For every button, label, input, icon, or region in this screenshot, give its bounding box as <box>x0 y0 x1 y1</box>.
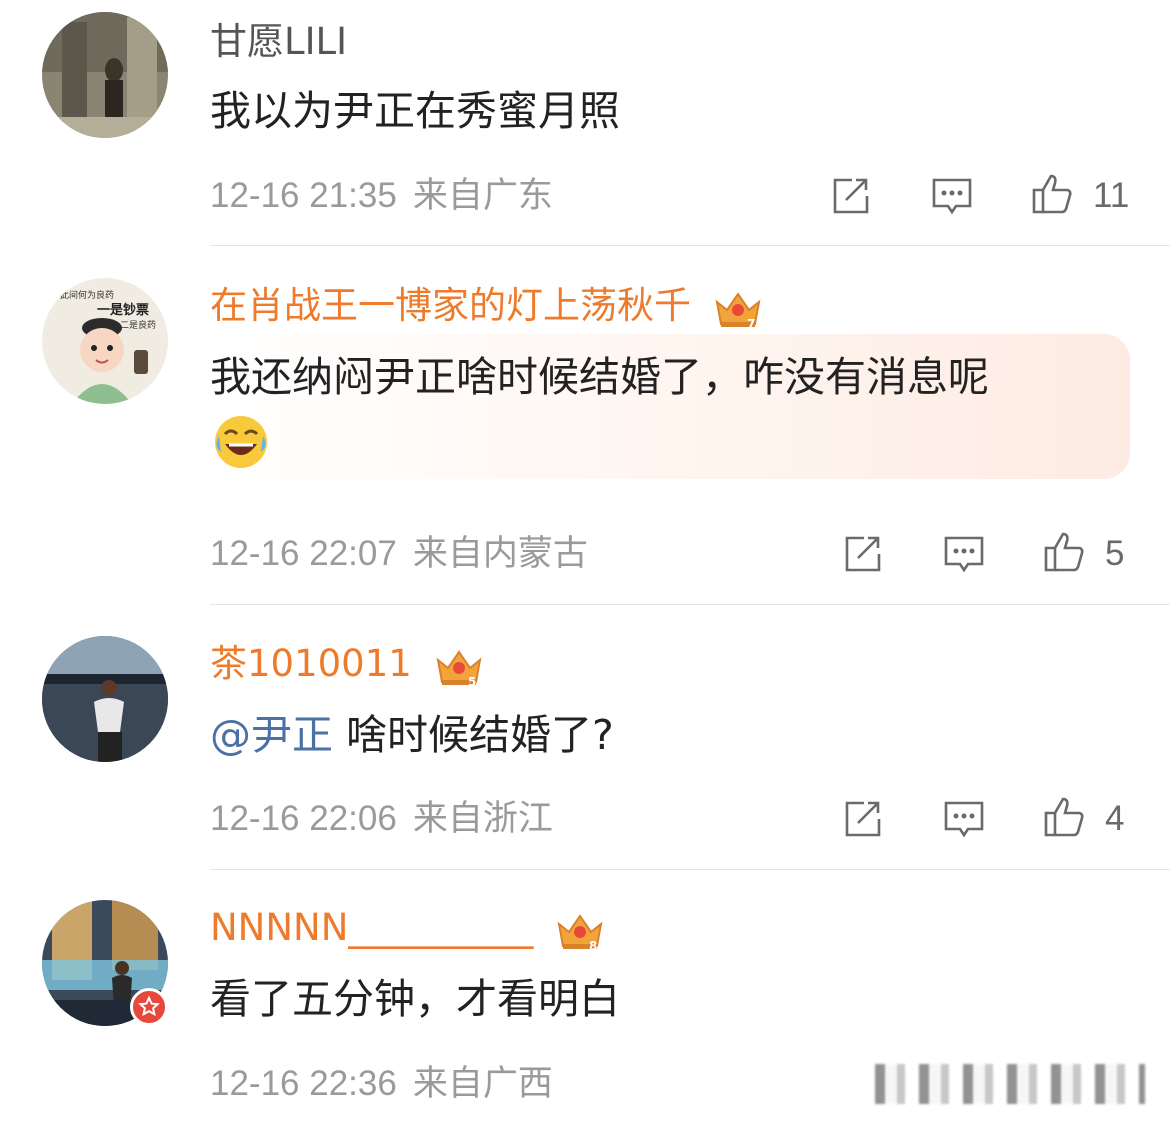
username[interactable]: 甘愿LILI <box>210 18 347 66</box>
like-count: 4 <box>1105 799 1125 838</box>
location: 来自内蒙古 <box>412 534 588 573</box>
avatar-text: 此间何为良药 <box>60 289 114 301</box>
comment-text: 我以为尹正在秀蜜月照 <box>210 87 620 135</box>
location: 来自浙江 <box>412 799 553 838</box>
location: 来自广西 <box>412 1064 553 1103</box>
username[interactable]: 在肖战王一博家的灯上荡秋千 7 <box>210 282 763 330</box>
divider <box>210 245 1170 246</box>
svg-text:8: 8 <box>589 939 597 952</box>
comment-text: @尹正 啥时候结婚了? <box>210 711 614 759</box>
emoji-row <box>213 412 269 470</box>
divider <box>210 604 1170 605</box>
comment-icon[interactable] <box>930 174 974 218</box>
repost-icon[interactable] <box>828 174 872 218</box>
divider <box>210 869 1170 870</box>
location: 来自广东 <box>412 176 553 215</box>
verified-badge-icon <box>130 988 168 1026</box>
username[interactable]: NNNNN__________ 8 <box>210 904 605 952</box>
like-count: 5 <box>1105 534 1125 573</box>
laughing-tears-emoji-icon <box>215 416 267 468</box>
like-icon[interactable] <box>1042 530 1086 574</box>
svg-text:7: 7 <box>747 317 755 330</box>
repost-icon[interactable] <box>840 797 884 841</box>
avatar-text: 一是钞票 <box>97 302 149 318</box>
mention-link[interactable]: @尹正 <box>210 711 333 759</box>
timestamp: 12-16 22:06 <box>210 799 397 838</box>
timestamp: 12-16 21:35 <box>210 176 397 215</box>
svg-text:5: 5 <box>468 675 476 688</box>
comment-meta: 12-16 21:35 来自广东 <box>210 174 553 218</box>
timestamp: 12-16 22:36 <box>210 1064 397 1103</box>
timestamp: 12-16 22:07 <box>210 534 397 573</box>
obscured-actions <box>875 1064 1145 1104</box>
comment-meta: 12-16 22:07 来自内蒙古 <box>210 532 588 576</box>
username[interactable]: 茶1010011 5 <box>210 640 484 688</box>
repost-icon[interactable] <box>840 532 884 576</box>
crown-icon: 8 <box>557 913 603 952</box>
comment-icon[interactable] <box>942 532 986 576</box>
comment-text: 看了五分钟，才看明白 <box>210 975 620 1023</box>
crown-icon: 7 <box>715 291 761 330</box>
like-icon[interactable] <box>1042 795 1086 839</box>
avatar[interactable] <box>42 636 168 762</box>
avatar-text: 二是良药 <box>120 319 156 331</box>
like-icon[interactable] <box>1030 172 1074 216</box>
avatar[interactable]: 此间何为良药 一是钞票 二是良药 <box>42 278 168 404</box>
crown-icon: 5 <box>436 649 482 688</box>
like-count: 11 <box>1093 176 1130 215</box>
comment-text: 我还纳闷尹正啥时候结婚了，咋没有消息呢 <box>210 353 989 401</box>
comment-meta: 12-16 22:06 来自浙江 <box>210 797 553 841</box>
avatar[interactable] <box>42 12 168 138</box>
comment-meta: 12-16 22:36 来自广西 <box>210 1062 553 1106</box>
comment-icon[interactable] <box>942 797 986 841</box>
